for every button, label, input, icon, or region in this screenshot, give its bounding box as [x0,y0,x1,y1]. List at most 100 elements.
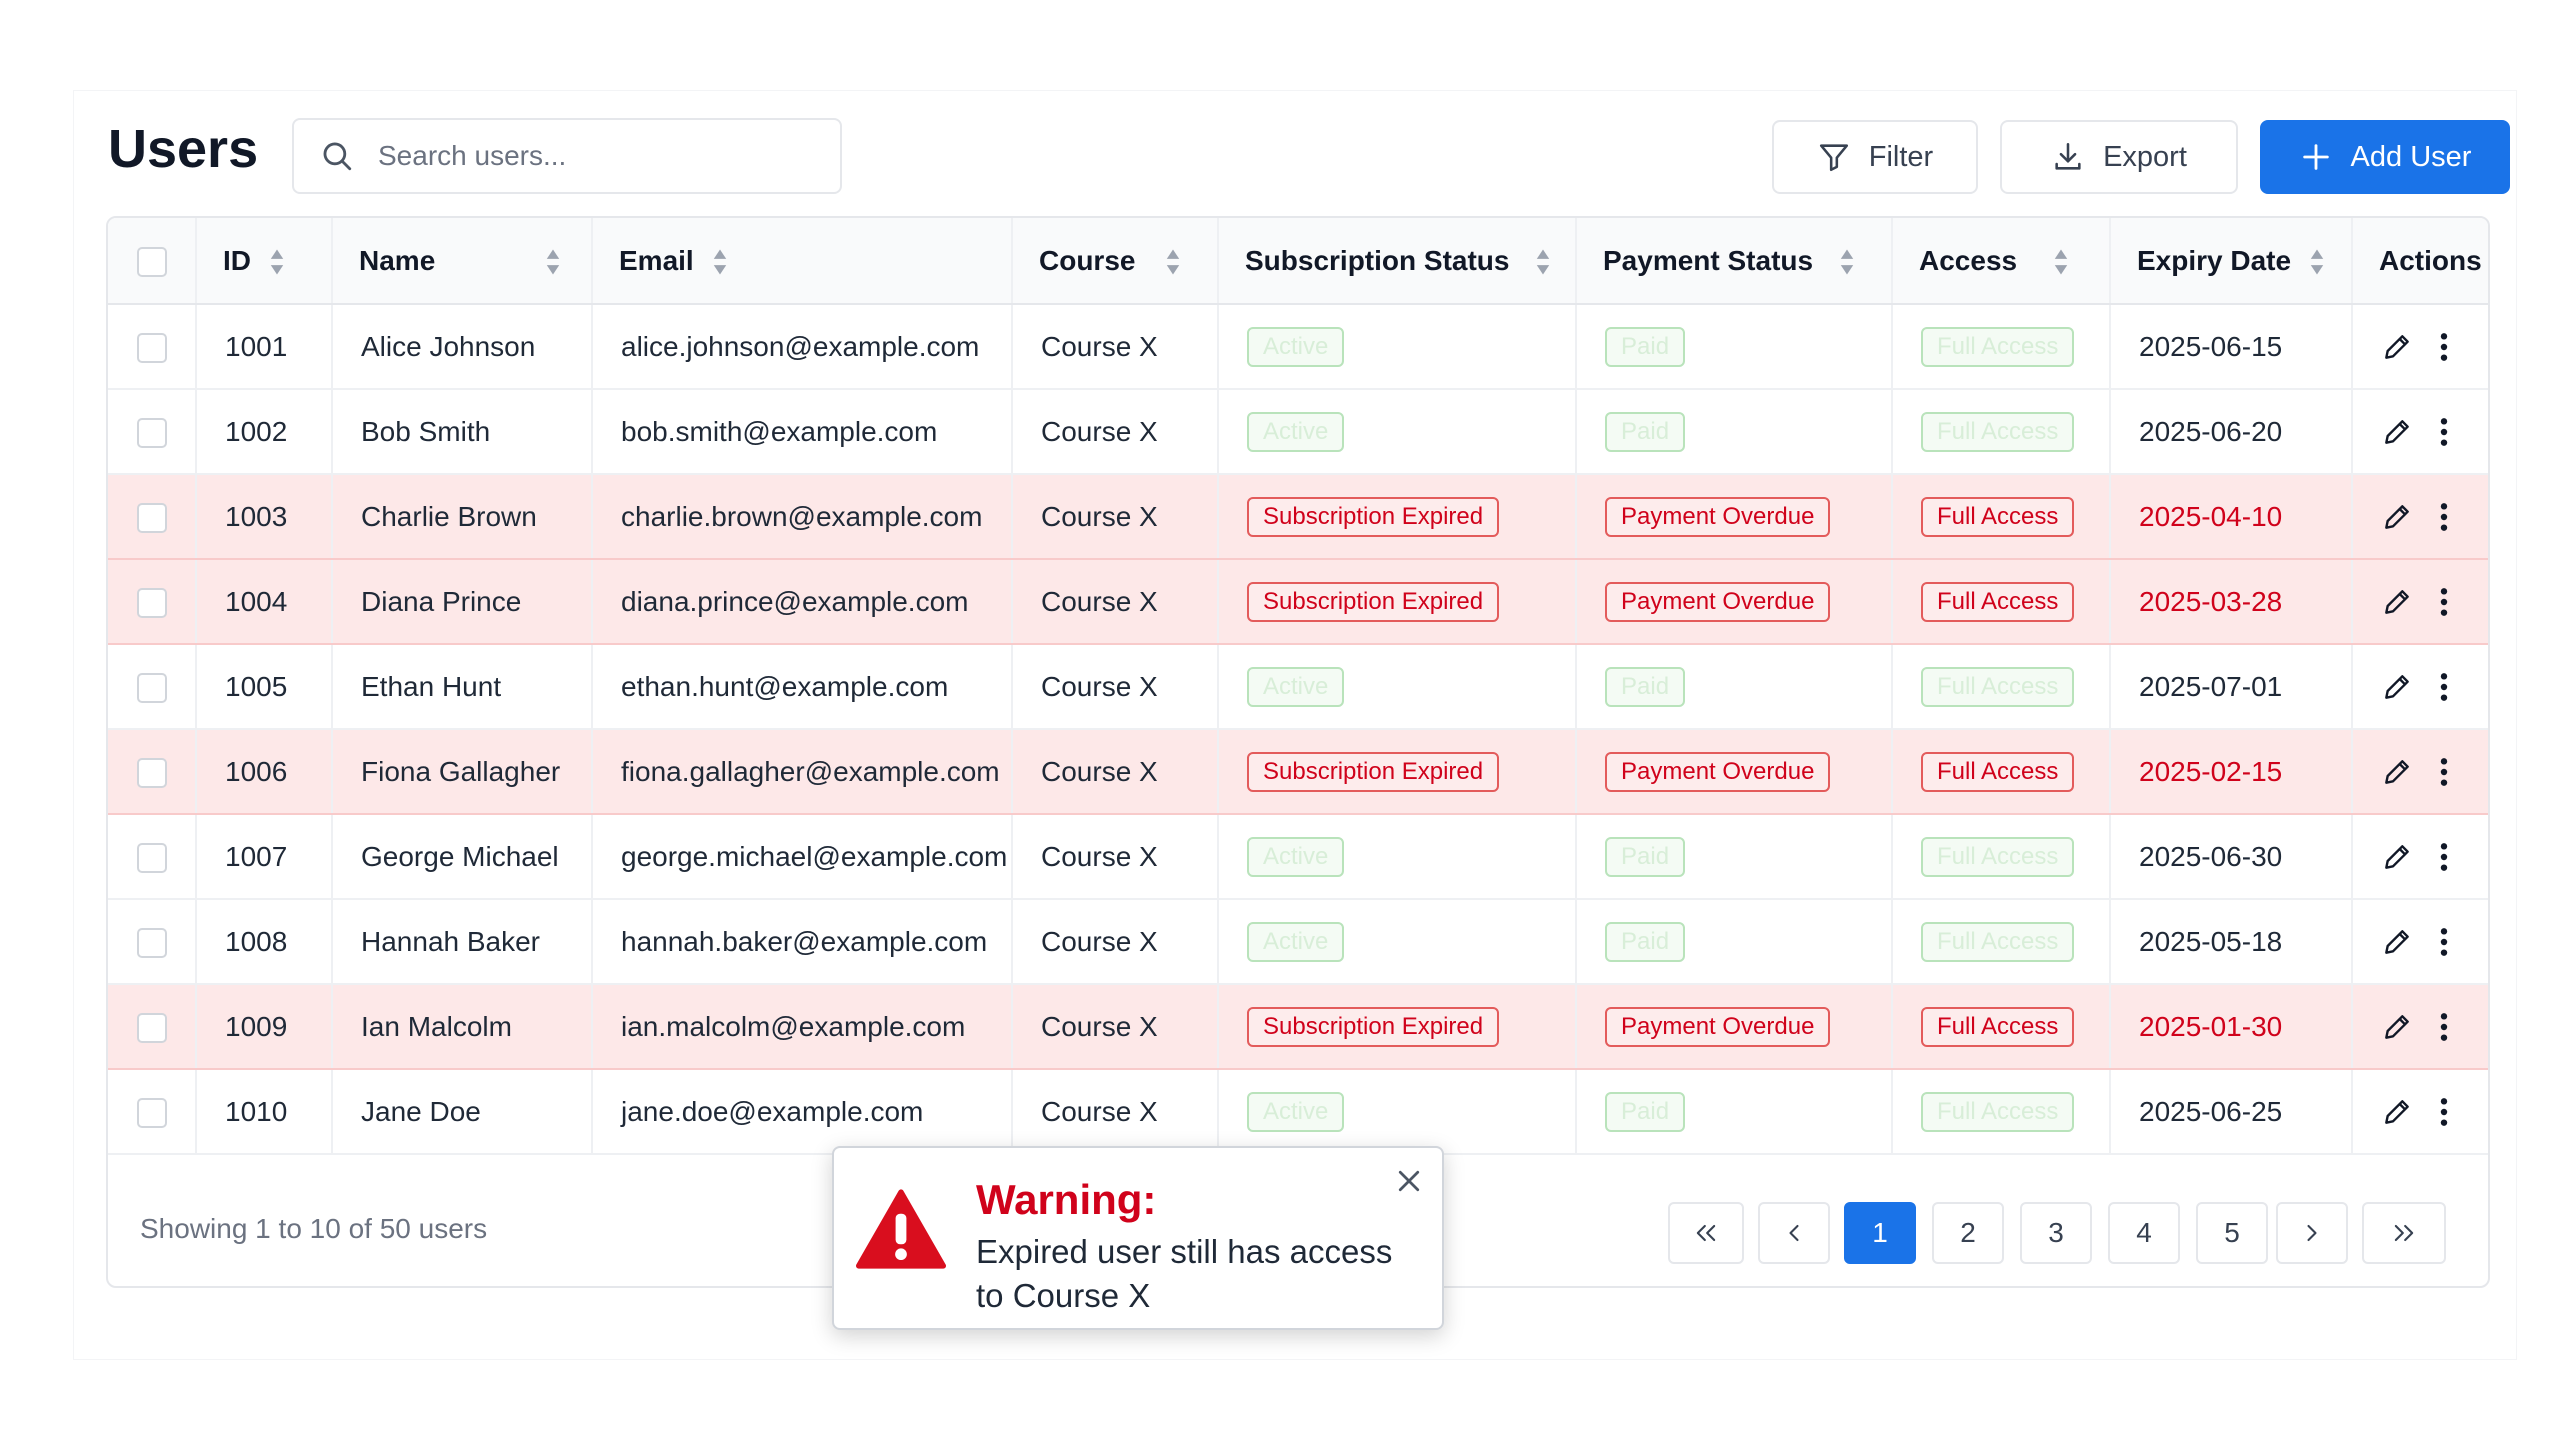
table-row[interactable]: 1006 Fiona Gallagher fiona.gallagher@examp… [108,729,2488,815]
cell-payment-status: Paid [1576,644,1893,730]
add-user-button[interactable]: Add User [2260,120,2510,194]
sort-icon[interactable] [545,248,561,276]
row-checkbox[interactable] [136,1012,167,1043]
column-header-access[interactable]: Access [1892,218,2111,305]
cell-course: Course X [1012,389,1219,475]
table-row[interactable]: 1003 Charlie Brown charlie.brown@example.c… [108,474,2488,560]
page-3-button[interactable]: 3 [2020,1202,2092,1264]
row-select-cell [108,389,197,475]
close-icon[interactable] [1394,1166,1424,1196]
table-row[interactable]: 1005 Ethan Hunt ethan.hunt@example.com Cour… [108,644,2488,730]
filter-icon [1819,144,1848,172]
table-row[interactable]: 1002 Bob Smith bob.smith@example.com Course… [108,389,2488,475]
cell-id: 1003 [196,474,333,560]
pencil-icon[interactable] [2381,501,2413,533]
more-vertical-icon[interactable] [2439,756,2449,788]
page-5-button[interactable]: 5 [2196,1202,2268,1264]
sort-icon[interactable] [2309,248,2325,276]
sort-icon[interactable] [1839,248,1855,276]
previous-page-button[interactable] [1758,1202,1830,1264]
access-badge: Full Access [1921,751,2075,792]
pencil-icon[interactable] [2381,841,2413,873]
pencil-icon[interactable] [2381,926,2413,958]
row-select-cell [108,1069,197,1155]
row-checkbox[interactable] [136,332,167,363]
cell-course: Course X [1012,1069,1219,1155]
select-all-checkbox[interactable] [136,246,167,277]
page-2-button[interactable]: 2 [1932,1202,2004,1264]
pencil-icon[interactable] [2381,586,2413,618]
row-checkbox[interactable] [136,757,167,788]
page-1-button[interactable]: 1 [1844,1202,1916,1264]
cell-expiry-date: 2025-06-20 [2110,389,2353,475]
column-header-subscription-status[interactable]: Subscription Status [1218,218,1577,305]
pencil-icon[interactable] [2381,1096,2413,1128]
column-header-course[interactable]: Course [1012,218,1219,305]
more-vertical-icon[interactable] [2439,1096,2449,1128]
cell-id: 1001 [196,304,333,390]
row-checkbox[interactable] [136,417,167,448]
cell-course: Course X [1012,474,1219,560]
sort-icon[interactable] [2053,248,2069,276]
cell-email: fiona.gallagher@example.com [592,729,1013,815]
row-checkbox[interactable] [136,927,167,958]
sort-icon[interactable] [1535,248,1551,276]
cell-email: ethan.hunt@example.com [592,644,1013,730]
filter-button-label: Filter [1868,140,1934,173]
cell-name: Alice Johnson [332,304,593,390]
row-checkbox[interactable] [136,1097,167,1128]
more-vertical-icon[interactable] [2439,671,2449,703]
sort-icon[interactable] [1165,248,1181,276]
pencil-icon[interactable] [2381,1011,2413,1043]
table-row[interactable]: 1009 Ian Malcolm ian.malcolm@example.com Co… [108,984,2488,1070]
search-box[interactable] [292,118,842,194]
first-page-button[interactable] [1668,1202,1744,1264]
column-header-expiry-date[interactable]: Expiry Date [2110,218,2353,305]
next-page-button[interactable] [2276,1202,2348,1264]
subscription-status-badge: Active [1247,1091,1345,1132]
pencil-icon[interactable] [2381,416,2413,448]
cell-name: Bob Smith [332,389,593,475]
column-header-id[interactable]: ID [196,218,333,305]
page-4-button[interactable]: 4 [2108,1202,2180,1264]
pencil-icon[interactable] [2381,756,2413,788]
more-vertical-icon[interactable] [2439,586,2449,618]
export-button[interactable]: Export [2000,120,2238,194]
plus-icon [2302,144,2329,170]
subscription-status-badge: Active [1247,326,1345,367]
row-checkbox[interactable] [136,842,167,873]
search-input[interactable] [378,140,818,172]
table-row[interactable]: 1004 Diana Prince diana.prince@example.com… [108,559,2488,645]
cell-expiry-date: 2025-06-25 [2110,1069,2353,1155]
more-vertical-icon[interactable] [2439,1011,2449,1043]
sort-icon[interactable] [712,248,728,276]
cell-access: Full Access [1892,899,2111,985]
row-checkbox[interactable] [136,672,167,703]
row-checkbox[interactable] [136,587,167,618]
table-row[interactable]: 1001 Alice Johnson alice.johnson@example.c… [108,304,2488,390]
table-row[interactable]: 1010 Jane Doe jane.doe@example.com Course X… [108,1069,2488,1155]
column-header-email[interactable]: Email [592,218,1013,305]
more-vertical-icon[interactable] [2439,416,2449,448]
more-vertical-icon[interactable] [2439,841,2449,873]
more-vertical-icon[interactable] [2439,501,2449,533]
subscription-status-badge: Active [1247,836,1345,877]
cell-access: Full Access [1892,814,2111,900]
table-row[interactable]: 1008 Hannah Baker hannah.baker@example.com… [108,899,2488,985]
more-vertical-icon[interactable] [2439,331,2449,363]
cell-email: george.michael@example.com [592,814,1013,900]
column-header-name[interactable]: Name [332,218,593,305]
last-page-button[interactable] [2362,1202,2446,1264]
access-badge: Full Access [1921,326,2075,367]
row-checkbox[interactable] [136,502,167,533]
cell-access: Full Access [1892,984,2111,1070]
pencil-icon[interactable] [2381,331,2413,363]
more-vertical-icon[interactable] [2439,926,2449,958]
sort-icon[interactable] [269,248,285,276]
cell-id: 1008 [196,899,333,985]
filter-button[interactable]: Filter [1772,120,1978,194]
column-header-payment-status[interactable]: Payment Status [1576,218,1893,305]
pencil-icon[interactable] [2381,671,2413,703]
cell-actions [2352,1069,2488,1155]
table-row[interactable]: 1007 George Michael george.michael@example… [108,814,2488,900]
